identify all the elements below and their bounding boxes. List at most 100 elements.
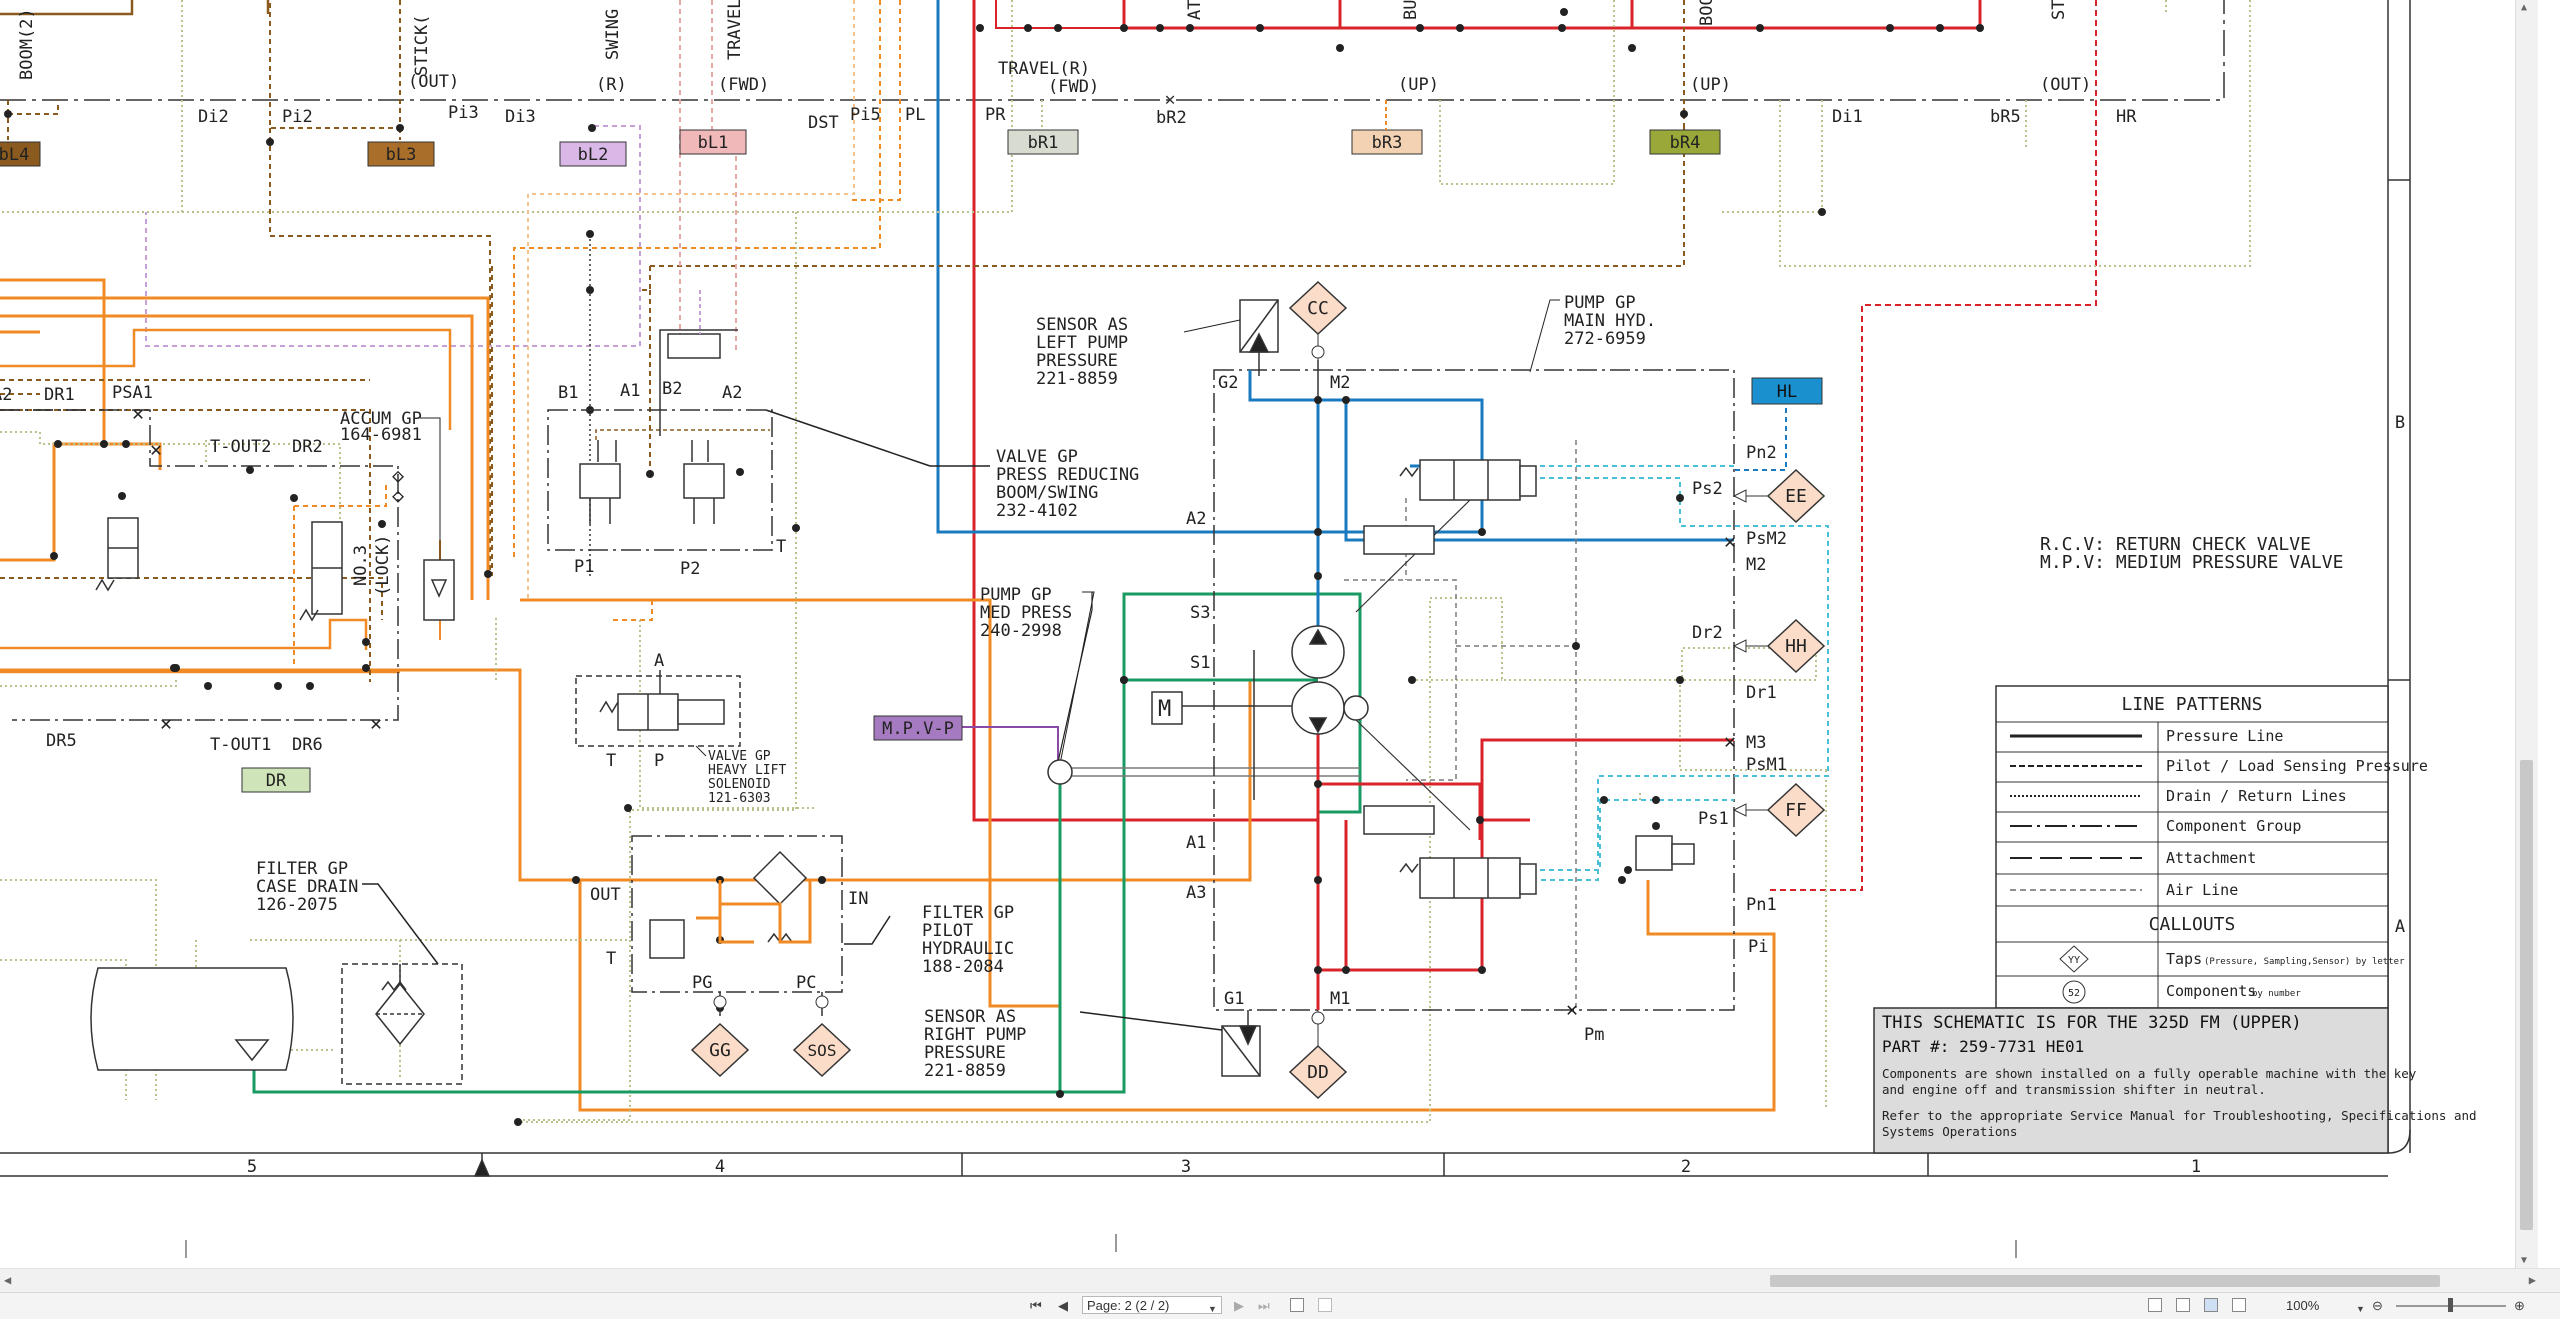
label-boo: BOO — [1697, 0, 1717, 26]
scroll-up-icon[interactable]: ▲ — [2521, 2, 2527, 13]
document-viewport[interactable]: B A 5 4 3 2 1 BOOM(2) STICK((OUT) SWING… — [0, 0, 2538, 1268]
continuous-view-icon[interactable] — [2176, 1298, 2190, 1312]
zone-label-bottom-4: 4 — [715, 1157, 725, 1177]
vp-a2: A2 — [722, 383, 742, 403]
label-up-2: (UP) — [1690, 75, 1731, 95]
fp-pg: PG — [692, 973, 712, 993]
valve-reducing-l3: BOOM/SWING — [996, 483, 1098, 503]
svg-text:✕: ✕ — [132, 401, 144, 425]
fp-pc: PC — [796, 973, 816, 993]
titleblock-note2b: Systems Operations — [1882, 1124, 2017, 1139]
tag-bl4: bL4 — [0, 145, 29, 165]
no3-lock-label: (LOCK) — [373, 535, 393, 596]
fp-l1: FILTER GP — [922, 903, 1014, 923]
label-boom2: BOOM(2) — [17, 8, 37, 80]
filter-case-l1: FILTER GP — [256, 859, 348, 879]
callout-sos: SOS — [792, 1022, 852, 1078]
svg-text:SOS: SOS — [808, 1041, 837, 1060]
tag-bl1: bL1 — [698, 133, 729, 153]
tag-dr: DR — [266, 771, 287, 791]
tag-bl2: bL2 — [578, 145, 609, 165]
pp-m1: M1 — [1330, 989, 1350, 1009]
filter-case-drain — [341, 883, 463, 1085]
filter-case-l3: 126-2075 — [256, 895, 338, 915]
valve-reducing-l2: PRESS REDUCING — [996, 465, 1139, 485]
port-pr: PR — [985, 105, 1006, 125]
legend-callouts-title: CALLOUTS — [2149, 914, 2236, 935]
sensor-left-l2: LEFT PUMP — [1036, 333, 1128, 353]
scroll-right-icon[interactable]: ▶ — [2529, 1273, 2536, 1287]
label-out-2: (OUT) — [2040, 75, 2091, 95]
label-stick-out: (OUT) — [408, 72, 459, 92]
zoom-level[interactable]: 100% — [2286, 1297, 2319, 1315]
label-travel-r-fwd: (FWD) — [1048, 77, 1099, 97]
legend-row-air: Air Line — [2166, 881, 2238, 899]
zoom-slider-thumb[interactable] — [2448, 1298, 2453, 1312]
two-page-view-icon[interactable] — [2204, 1298, 2218, 1312]
tag-br3: bR3 — [1372, 133, 1403, 153]
horizontal-scroll-thumb[interactable] — [1770, 1275, 2440, 1287]
label-bu: BU — [1401, 0, 1421, 20]
vertical-scrollbar[interactable]: ▲ ▼ — [2515, 0, 2538, 1268]
single-page-view-icon[interactable] — [2148, 1298, 2162, 1312]
zoom-out-icon[interactable]: ⊖ — [2372, 1297, 2383, 1315]
first-page-icon[interactable]: ⏮ — [1030, 1297, 1042, 1315]
port-br5: bR5 — [1990, 107, 2021, 127]
tag-mpvp: M.P.V-P — [882, 719, 954, 739]
pp-ps1: Ps1 — [1698, 809, 1729, 829]
pump-main-l1: PUMP GP — [1564, 293, 1636, 313]
previous-page-icon[interactable]: ◀ — [1058, 1297, 1068, 1315]
scroll-down-icon[interactable]: ▼ — [2521, 1255, 2527, 1266]
motor-m-label: M — [1158, 697, 1171, 722]
port-left-psa1: PSA1 — [112, 383, 153, 403]
pp-a3: A3 — [1186, 883, 1206, 903]
insert-pages-icon[interactable] — [1318, 1298, 1332, 1312]
legend-row-drain: Drain / Return Lines — [2166, 787, 2347, 805]
vertical-scroll-thumb[interactable] — [2520, 760, 2533, 1230]
horizontal-scrollbar[interactable]: ◀ ▶ — [0, 1268, 2560, 1293]
sensor-left-labels: SENSOR AS LEFT PUMP PRESSURE 221-8859 — [1036, 315, 1241, 389]
zoom-dropdown-icon[interactable]: ▼ — [2356, 1300, 2365, 1318]
next-page-icon[interactable]: ▶ — [1234, 1297, 1244, 1315]
callout-ff: FF — [1734, 782, 1826, 838]
pp-pn1: Pn1 — [1746, 895, 1777, 915]
port-di2: Di2 — [198, 107, 229, 127]
extract-pages-icon[interactable] — [1290, 1298, 1304, 1312]
pump-main-labels: PUMP GP MAIN HYD. 272-6959 G2 M2 A2 S3 S… — [1186, 293, 1787, 1045]
accum-label-2: 164-6981 — [340, 425, 422, 445]
legend-taps-label: Taps — [2166, 950, 2202, 968]
page-dropdown-icon[interactable]: ▼ — [1208, 1300, 1217, 1318]
hl-p: P — [654, 751, 664, 771]
spread-view-icon[interactable] — [2232, 1298, 2246, 1312]
sensor-left-l1: SENSOR AS — [1036, 315, 1128, 335]
tag-bl3: bL3 — [386, 145, 417, 165]
pump-med-l2: MED PRESS — [980, 603, 1072, 623]
titleblock-title: THIS SCHEMATIC IS FOR THE 325D FM (UPPER… — [1882, 1013, 2302, 1033]
filter-case-labels: FILTER GP CASE DRAIN 126-2075 — [256, 859, 358, 915]
label-travel-fwd: (FWD) — [718, 75, 769, 95]
legend-taps-note: (Pressure, Sampling,Sensor) by letter — [2204, 957, 2405, 967]
titleblock-part: PART #: 259-7731 HE01 — [1882, 1037, 2084, 1056]
port-left-dr6: DR6 — [292, 735, 323, 755]
last-page-icon[interactable]: ⏭ — [1258, 1297, 1270, 1315]
valve-reducing-l4: 232-4102 — [996, 501, 1078, 521]
no3-label: NO.3 — [351, 545, 371, 586]
legend-title: LINE PATTERNS — [2122, 694, 2263, 715]
pp-a2: A2 — [1186, 509, 1206, 529]
zoom-in-icon[interactable]: ⊕ — [2514, 1297, 2525, 1315]
hl-l1: VALVE GP — [708, 749, 771, 764]
vp-p2: P2 — [680, 559, 700, 579]
scroll-left-icon[interactable]: ◀ — [4, 1273, 11, 1287]
callout-gg: GG — [690, 1022, 750, 1078]
hydraulic-schematic: B A 5 4 3 2 1 BOOM(2) STICK((OUT) SWING… — [0, 0, 2477, 1258]
sensor-right-labels: SENSOR AS RIGHT PUMP PRESSURE 221-8859 — [924, 1007, 1026, 1081]
callout-diamonds: CC EE HH FF DD GG SOS — [690, 280, 1826, 1100]
fp-l4: 188-2084 — [922, 957, 1004, 977]
svg-text:✕: ✕ — [160, 711, 172, 735]
sensor-right-l1: SENSOR AS — [924, 1007, 1016, 1027]
sensor-left-l4: 221-8859 — [1036, 369, 1118, 389]
top-labels: BOOM(2) STICK( (OUT) SWING (R) TRAVEL (F… — [17, 0, 2137, 133]
page-number-field[interactable]: Page: 2 (2 / 2) — [1082, 1296, 1222, 1314]
zone-label-bottom-3: 3 — [1181, 1157, 1191, 1177]
callout-hh: HH — [1734, 618, 1826, 674]
